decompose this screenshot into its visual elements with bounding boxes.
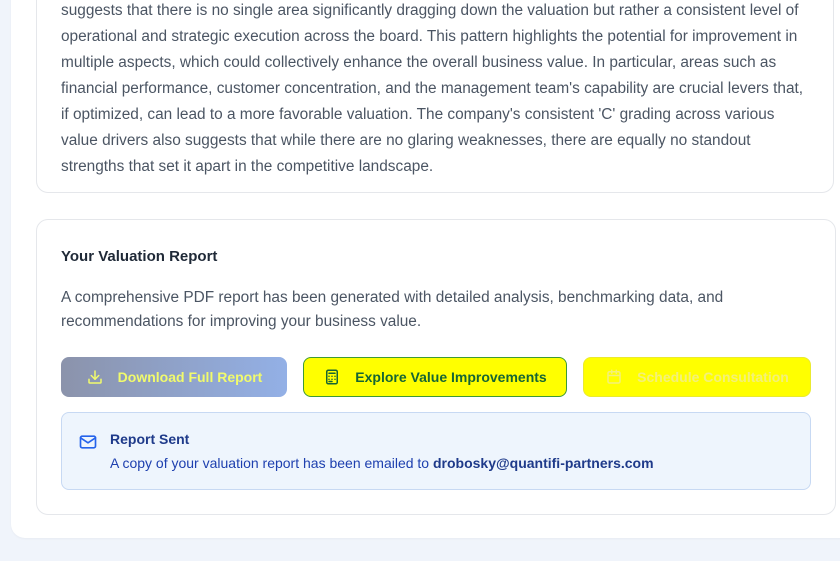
schedule-consultation-label: Schedule Consultation — [637, 369, 789, 385]
valuation-report-card: Your Valuation Report A comprehensive PD… — [36, 219, 836, 515]
summary-paragraph: suggests that there is no single area si… — [61, 2, 804, 175]
notice-email: drobosky@quantifi-partners.com — [432, 455, 654, 471]
explore-improvements-button[interactable]: Explore Value Improvements — [303, 357, 567, 397]
download-report-label: Download Full Report — [117, 369, 263, 385]
calendar-icon — [605, 368, 623, 386]
schedule-consultation-button[interactable]: Schedule Consultation — [583, 357, 811, 397]
report-title: Your Valuation Report — [61, 248, 218, 265]
report-sent-notice: Report Sent A copy of your valuation rep… — [61, 412, 811, 490]
explore-improvements-label: Explore Value Improvements — [355, 369, 547, 385]
notice-body: A copy of your valuation report has been… — [110, 455, 654, 471]
notice-title: Report Sent — [110, 431, 190, 447]
calculator-icon — [323, 368, 341, 386]
valuation-summary-card: suggests that there is no single area si… — [36, 0, 834, 193]
mail-icon — [78, 432, 98, 452]
download-report-button[interactable]: Download Full Report — [61, 357, 287, 397]
download-icon — [86, 368, 104, 386]
report-description: A comprehensive PDF report has been gene… — [61, 289, 724, 330]
notice-body-text: A copy of your valuation report has been… — [110, 455, 433, 471]
